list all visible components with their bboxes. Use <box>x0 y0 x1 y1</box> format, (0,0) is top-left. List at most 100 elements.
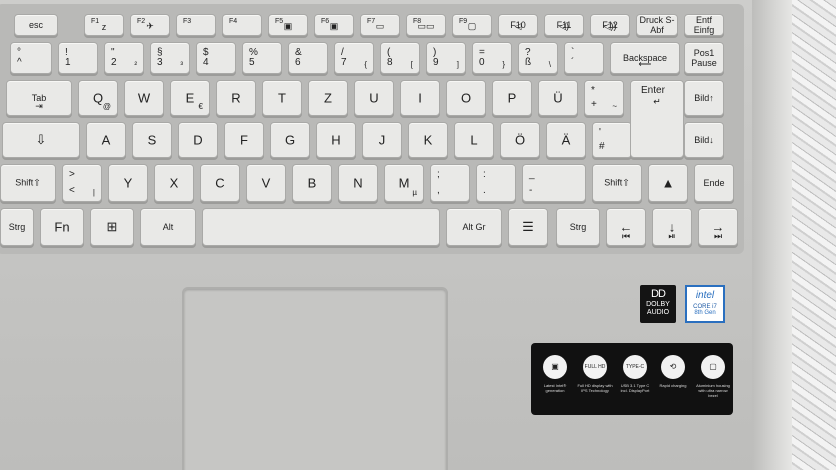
number-row-key-14[interactable]: Pos1 Pause <box>684 42 724 74</box>
number-row-key-11[interactable]: ? ß \ <box>518 42 558 74</box>
key-legend: Ä <box>561 132 571 148</box>
bottom-row-key-5[interactable]: Alt Gr <box>446 208 502 246</box>
fn-row-key-2[interactable]: F2 ✈ <box>130 14 170 36</box>
number-row-key-10[interactable]: = 0} <box>472 42 512 74</box>
home-row-key-3[interactable]: D <box>178 122 218 158</box>
home-row-key-7[interactable]: J <box>362 122 402 158</box>
fn-row-key-5[interactable]: F5 ▣ <box>268 14 308 36</box>
number-row-key-5[interactable]: % 5 <box>242 42 282 74</box>
home-row-key-2[interactable]: S <box>132 122 172 158</box>
qwertz-row-key-9[interactable]: O <box>446 80 486 116</box>
bottom-row-key-1[interactable]: Fn <box>40 208 84 246</box>
home-row-key-9[interactable]: L <box>454 122 494 158</box>
home-row-key-8[interactable]: K <box>408 122 448 158</box>
bottom-row-key-8[interactable]: ← ⏮ <box>606 208 646 246</box>
home-row-key-6[interactable]: H <box>316 122 356 158</box>
key-lower-legend: 3 <box>157 57 163 68</box>
bottom-row-key-0[interactable]: Strg <box>0 208 34 246</box>
qwertz-row-key-11[interactable]: Ü <box>538 80 578 116</box>
shift-row-key-11[interactable]: _ - <box>522 164 586 202</box>
shift-row-key-6[interactable]: B <box>292 164 332 202</box>
number-row-key-1[interactable]: ! 1 <box>58 42 98 74</box>
fn-row-key-9[interactable]: F9 ▢ <box>452 14 492 36</box>
shift-row-key-14[interactable]: Ende <box>694 164 734 202</box>
qwertz-row-key-1[interactable]: Q @ <box>78 80 118 116</box>
shift-row-key-2[interactable]: Y <box>108 164 148 202</box>
shift-row-key-3[interactable]: X <box>154 164 194 202</box>
number-row-key-7[interactable]: /7{ <box>334 42 374 74</box>
bottom-row-key-10[interactable]: → ⏭ <box>698 208 738 246</box>
shift-row-key-9[interactable]: ;, <box>430 164 470 202</box>
shift-row-key-13[interactable]: ▲ <box>648 164 688 202</box>
qwertz-row-key-8[interactable]: I <box>400 80 440 116</box>
bottom-row-key-3[interactable]: Alt <box>140 208 196 246</box>
feature-3-text: USB 3.1 Type C incl. DisplayPort <box>620 383 650 393</box>
fn-row-key-4[interactable]: F4 <box>222 14 262 36</box>
key-lower-legend: + <box>591 99 597 110</box>
key-legend: Q <box>92 90 104 106</box>
shift-row-key-0[interactable]: Shift⇧ <box>0 164 56 202</box>
qwertz-row-key-7[interactable]: U <box>354 80 394 116</box>
qwertz-row-key-2[interactable]: W <box>124 80 164 116</box>
qwertz-row-key-12[interactable]: * + ~ <box>584 80 624 116</box>
home-row-key-12[interactable]: ' # <box>592 122 632 158</box>
number-row-key-4[interactable]: $4 <box>196 42 236 74</box>
fn-row-key-10[interactable]: F10 ◁ <box>498 14 538 36</box>
shift-row-key-7[interactable]: N <box>338 164 378 202</box>
key-icon: ⏮ <box>621 231 631 241</box>
shift-row-key-5[interactable]: V <box>246 164 286 202</box>
fn-row-key-13[interactable]: Druck S-Abf <box>636 14 678 36</box>
home-row-key-13[interactable]: Bild↓ <box>684 122 724 158</box>
fn-row-key-7[interactable]: F7 ▭ <box>360 14 400 36</box>
key-legend: ▲ <box>661 175 675 191</box>
shift-row-key-4[interactable]: C <box>200 164 240 202</box>
home-row-key-1[interactable]: A <box>86 122 126 158</box>
number-row-key-6[interactable]: & 6 <box>288 42 328 74</box>
qwertz-row-key-3[interactable]: E € <box>170 80 210 116</box>
fn-row-key-3[interactable]: F3 <box>176 14 216 36</box>
bottom-row-key-2[interactable]: ⊞ <box>90 208 134 246</box>
key-icon: ▭▭ <box>417 21 435 31</box>
bottom-row-key-9[interactable]: ↓ ⏯ <box>652 208 692 246</box>
fn-row-key-1[interactable]: F1 z <box>84 14 124 36</box>
home-row-key-0[interactable]: ⇩ <box>2 122 80 158</box>
home-row-key-10[interactable]: Ö <box>500 122 540 158</box>
fn-row-key-12[interactable]: F12 ◁)) <box>590 14 630 36</box>
fn-row-key-8[interactable]: F8 ▭▭ <box>406 14 446 36</box>
fn-row-key-0[interactable]: esc <box>14 14 58 36</box>
qwertz-row-key-0[interactable]: Tab ⇥ <box>6 80 72 116</box>
shift-row-key-12[interactable]: Shift⇧ <box>592 164 642 202</box>
fn-row-key-6[interactable]: F6 ▣ <box>314 14 354 36</box>
key-legend: Bild↓ <box>694 135 714 145</box>
qwertz-row-key-6[interactable]: Z <box>308 80 348 116</box>
qwertz-row-key-5[interactable]: T <box>262 80 302 116</box>
home-row-key-5[interactable]: G <box>270 122 310 158</box>
qwertz-row-key-14[interactable]: Bild↑ <box>684 80 724 116</box>
number-row-key-9[interactable]: ) 9] <box>426 42 466 74</box>
number-row-key-3[interactable]: § 3 ³ <box>150 42 190 74</box>
feature-3: TYPE-C USB 3.1 Type C incl. DisplayPort <box>617 355 653 393</box>
number-row-key-8[interactable]: (8[ <box>380 42 420 74</box>
key-lower-legend: 1 <box>65 57 71 68</box>
bottom-row-key-6[interactable]: ☰ <box>508 208 548 246</box>
fn-row-key-14[interactable]: Entf Einfg <box>684 14 724 36</box>
number-row-key-0[interactable]: ° ^ <box>10 42 52 74</box>
space-key[interactable] <box>202 208 440 246</box>
shift-row-key-1[interactable]: > < | <box>62 164 102 202</box>
number-row-key-12[interactable]: ` ´ <box>564 42 604 74</box>
qwertz-row-key-4[interactable]: R <box>216 80 256 116</box>
touchpad[interactable] <box>182 287 448 470</box>
home-row-key-4[interactable]: F <box>224 122 264 158</box>
shift-row-key-8[interactable]: Mµ <box>384 164 424 202</box>
key-lower-legend: 7 <box>341 57 347 68</box>
feature-1-text: Latest Intel® generation <box>543 383 567 393</box>
number-row-key-13[interactable]: Backspace ⟵ <box>610 42 680 74</box>
number-row-key-2[interactable]: " 2 ² <box>104 42 144 74</box>
enter-key[interactable]: Enter ↵ <box>630 80 684 158</box>
fn-row-key-11[interactable]: F11 ◁) <box>544 14 584 36</box>
shift-row-key-10[interactable]: :. <box>476 164 516 202</box>
qwertz-row-key-10[interactable]: P <box>492 80 532 116</box>
key-legend: Entf Einfg <box>693 15 715 35</box>
home-row-key-11[interactable]: Ä <box>546 122 586 158</box>
bottom-row-key-7[interactable]: Strg <box>556 208 600 246</box>
